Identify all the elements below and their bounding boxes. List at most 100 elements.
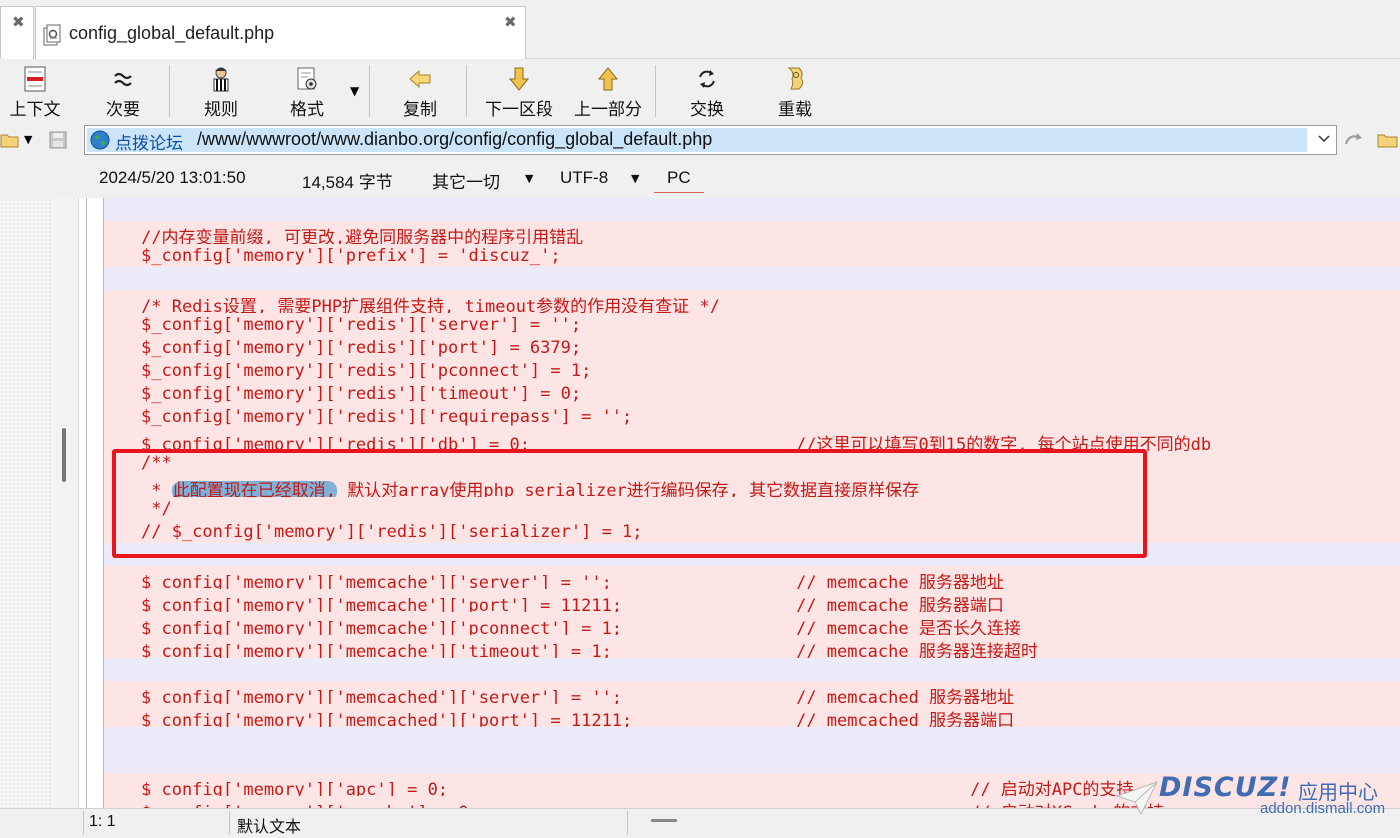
address-bar[interactable]: 点拨论坛 /www/wwwroot/www.dianbo.org/config/… [84, 125, 1337, 155]
format-label: 格式 [290, 100, 324, 120]
splitter-grip[interactable] [651, 819, 677, 822]
next-section-button[interactable]: 下一区段 [480, 65, 558, 120]
filter-dropdown-icon[interactable]: ▼ [525, 172, 533, 185]
close-tab-icon[interactable]: ✖ [504, 13, 517, 31]
file-path: /www/wwwroot/www.dianbo.org/config/confi… [197, 129, 713, 149]
code-editor[interactable]: //内存变量前缀, 可更改,避免同服务器中的程序引用错乱 $_config['m… [0, 198, 1400, 808]
site-name: 点拨论坛 [115, 134, 183, 154]
arrow-up-icon [597, 67, 619, 91]
line-endings[interactable]: PC [667, 168, 691, 188]
overview-scroll-thumb[interactable] [62, 428, 66, 482]
code-line: $_config['memory']['redis']['port'] = 63… [104, 336, 1400, 359]
modified-date: 2024/5/20 13:01:50 [99, 168, 246, 187]
code-line: $_config['memory']['redis']['pconnect'] … [104, 359, 1400, 382]
file-info-row: 2024/5/20 13:01:50 14,584 字节 其它一切 ▼ UTF-… [0, 160, 1400, 198]
context-button[interactable]: 上下文 [6, 65, 64, 120]
referee-icon [213, 67, 229, 92]
code-text: $_config['memory']['redis']['pconnect'] … [141, 361, 592, 381]
blank-line [104, 727, 1400, 773]
code-text: $_config['memory']['redis']['timeout'] =… [141, 384, 582, 404]
fold-guide [86, 198, 87, 808]
swap-label: 交换 [690, 100, 724, 120]
status-separator [229, 811, 230, 835]
toolbar-separator [466, 65, 467, 117]
toolbar: 上下文 次要 规则 格式 ▼ 复制 下一区段 上一部分 交换 重载 [0, 59, 1400, 123]
encoding-select[interactable]: UTF-8 [560, 168, 608, 188]
code-text: $_config['memory']['prefix'] = 'discuz_'… [141, 246, 561, 266]
tab-bar: ✖ config_global_default.php ✖ [0, 0, 1400, 59]
code-line: $_config['memory']['xcache'] = 0; // 启动对… [104, 796, 1400, 808]
folder-dropdown-icon[interactable]: ▼ [24, 133, 32, 146]
editor-gutter [52, 198, 79, 808]
toolbar-separator [655, 65, 656, 117]
tab-config-file[interactable]: config_global_default.php ✖ [35, 6, 526, 59]
file-size: 14,584 字节 [302, 173, 393, 192]
toolbar-separator [369, 65, 370, 117]
code-line: $_config['memory']['redis']['timeout'] =… [104, 382, 1400, 405]
close-icon[interactable]: ✖ [12, 13, 25, 31]
code-line: $_config['memory']['apc'] = 0; // 启动对APC… [104, 773, 1400, 800]
blank-line [104, 658, 1400, 681]
code-line: $_config['memory']['memcache']['pconnect… [104, 612, 1400, 639]
code-line: $_config['memory']['memcache']['server']… [104, 566, 1400, 593]
toolbar-separator [169, 65, 170, 117]
status-bar: 1: 1 默认文本 [0, 808, 1400, 838]
globe-icon [90, 130, 110, 150]
address-row: ▼ 点拨论坛 /www/wwwroot/www.dianbo.org/confi… [0, 124, 1400, 158]
code-line: $_config['memory']['redis']['db'] = 0; /… [104, 428, 1400, 455]
secondary-button[interactable]: 次要 [100, 65, 146, 120]
filter-select[interactable]: 其它一切 [432, 168, 500, 193]
php-file-icon [43, 24, 61, 46]
copy-button[interactable]: 复制 [397, 65, 443, 120]
code-line: $_config['memory']['memcache']['timeout'… [104, 635, 1400, 662]
rules-label: 规则 [204, 100, 238, 120]
rules-button[interactable]: 规则 [198, 65, 244, 120]
line-endings-underline [654, 192, 704, 193]
prev-part-label: 上一部分 [574, 100, 642, 120]
code-line: $_config['memory']['memcached']['server'… [104, 681, 1400, 708]
save-icon[interactable] [48, 130, 68, 150]
reload-button[interactable]: 重载 [772, 65, 818, 120]
code-line: $_config['memory']['memcached']['port'] … [104, 704, 1400, 731]
status-separator [83, 811, 84, 835]
chevron-down-icon[interactable] [1316, 130, 1332, 148]
status-separator [627, 811, 628, 835]
open-folder-icon[interactable] [1377, 130, 1399, 150]
copy-label: 复制 [403, 100, 437, 120]
annotation-highlight-box [112, 449, 1147, 558]
code-line: $_config['memory']['redis']['requirepass… [104, 405, 1400, 428]
blank-line [104, 198, 1400, 221]
code-text: $_config['memory']['redis']['requirepass… [141, 407, 633, 427]
tab-label: config_global_default.php [69, 23, 275, 43]
arrow-down-icon [508, 67, 530, 91]
format-gear-icon [297, 67, 317, 90]
swap-icon [699, 70, 715, 88]
code-line: /* Redis设置, 需要PHP扩展组件支持, timeout参数的作用没有查… [104, 290, 1400, 317]
context-icon [24, 66, 46, 92]
code-line: $_config['memory']['prefix'] = 'discuz_'… [104, 244, 1400, 267]
format-button[interactable]: 格式 [284, 65, 330, 120]
tab-previous[interactable]: ✖ [0, 6, 34, 59]
approx-icon [114, 72, 132, 87]
arrow-left-icon [409, 69, 431, 89]
code-text: $_config['memory']['redis']['port'] = 63… [141, 338, 582, 358]
encoding-dropdown-icon[interactable]: ▼ [631, 172, 639, 185]
code-text: $_config['memory']['xcache'] = 0; // 启动对… [141, 798, 1164, 808]
editor-margin [0, 198, 52, 808]
prev-part-button[interactable]: 上一部分 [570, 65, 646, 120]
blank-line [104, 267, 1400, 290]
code-line: $_config['memory']['memcache']['port'] =… [104, 589, 1400, 616]
folder-icon[interactable] [0, 130, 20, 150]
next-section-label: 下一区段 [485, 100, 553, 120]
code-line: //内存变量前缀, 可更改,避免同服务器中的程序引用错乱 [104, 221, 1400, 248]
syntax-mode[interactable]: 默认文本 [237, 813, 301, 837]
go-arrow-icon[interactable] [1343, 130, 1365, 150]
format-dropdown-arrow-icon[interactable]: ▼ [350, 84, 359, 98]
reload-label: 重载 [778, 100, 812, 120]
code-text: $_config['memory']['redis']['server'] = … [141, 315, 582, 335]
secondary-label: 次要 [106, 100, 140, 120]
context-label: 上下文 [9, 100, 61, 120]
swap-button[interactable]: 交换 [684, 65, 730, 120]
code-line: $_config['memory']['redis']['server'] = … [104, 313, 1400, 336]
fold-guide [103, 198, 104, 808]
